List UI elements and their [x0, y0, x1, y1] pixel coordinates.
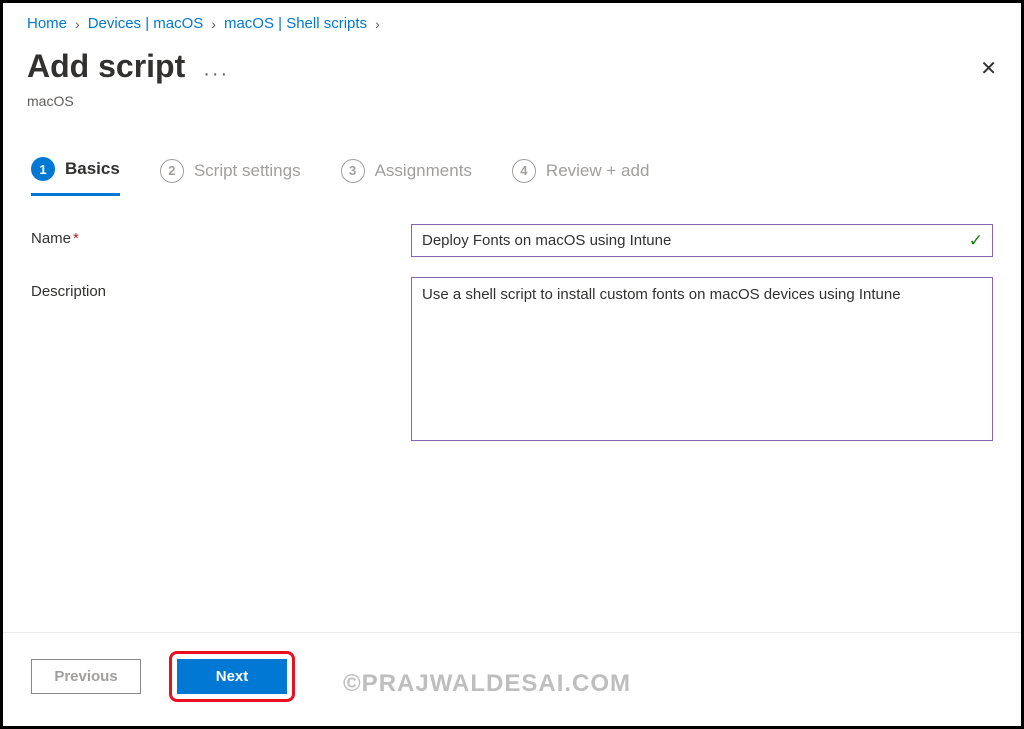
- chevron-right-icon: ›: [211, 16, 216, 32]
- tab-basics[interactable]: 1 Basics: [31, 157, 120, 196]
- breadcrumb-home[interactable]: Home: [27, 15, 67, 32]
- next-highlight: Next: [169, 651, 295, 702]
- page-header: Add script ··· ✕: [3, 44, 1021, 93]
- breadcrumb: Home › Devices | macOS › macOS | Shell s…: [3, 3, 1021, 44]
- tab-label: Assignments: [375, 161, 472, 181]
- wizard-tabs: 1 Basics 2 Script settings 3 Assignments…: [3, 129, 1021, 196]
- tab-num: 2: [160, 159, 184, 183]
- breadcrumb-devices-macos[interactable]: Devices | macOS: [88, 15, 204, 32]
- chevron-right-icon: ›: [375, 16, 380, 32]
- breadcrumb-shell-scripts[interactable]: macOS | Shell scripts: [224, 15, 367, 32]
- page-subtitle: macOS: [3, 93, 1021, 129]
- tab-assignments[interactable]: 3 Assignments: [341, 159, 472, 195]
- wizard-footer: Previous Next: [3, 632, 1021, 726]
- name-label: Name*: [31, 224, 411, 257]
- page-title: Add script: [27, 48, 185, 85]
- required-asterisk: *: [73, 230, 79, 247]
- previous-button[interactable]: Previous: [31, 659, 141, 694]
- tab-label: Review + add: [546, 161, 649, 181]
- tab-num: 3: [341, 159, 365, 183]
- tab-label: Basics: [65, 159, 120, 179]
- description-textarea[interactable]: Use a shell script to install custom fon…: [411, 277, 993, 441]
- description-label: Description: [31, 277, 411, 446]
- chevron-right-icon: ›: [75, 16, 80, 32]
- close-icon[interactable]: ✕: [980, 48, 997, 81]
- checkmark-icon: ✓: [969, 231, 983, 251]
- next-button[interactable]: Next: [177, 659, 287, 694]
- form-basics: Name* ✓ Description Use a shell script t…: [3, 196, 1021, 446]
- tab-num: 1: [31, 157, 55, 181]
- more-icon[interactable]: ···: [203, 50, 229, 84]
- tab-num: 4: [512, 159, 536, 183]
- name-input[interactable]: [411, 224, 993, 257]
- tab-review-add[interactable]: 4 Review + add: [512, 159, 649, 195]
- tab-script-settings[interactable]: 2 Script settings: [160, 159, 301, 195]
- tab-label: Script settings: [194, 161, 301, 181]
